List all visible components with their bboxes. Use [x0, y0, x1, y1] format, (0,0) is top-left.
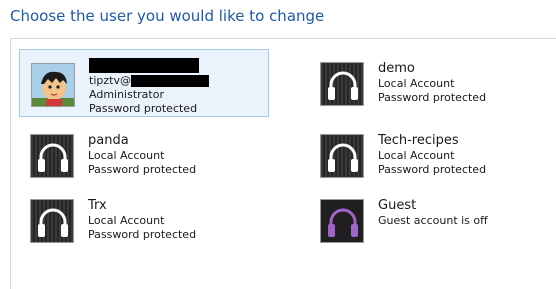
headphones-icon: [320, 199, 364, 243]
account-type: Local Account: [88, 149, 165, 162]
headphones-icon: [320, 134, 364, 178]
account-name: [89, 58, 209, 74]
account-name: Trx: [88, 198, 107, 213]
account-type: Local Account: [378, 149, 455, 162]
account-tile-trx[interactable]: Trx Local Account Password protected: [19, 186, 269, 250]
account-tile-administrator[interactable]: tipztv@ Administrator Password protected: [19, 49, 269, 117]
account-tile-demo[interactable]: demo Local Account Password protected: [309, 49, 556, 113]
account-type: Local Account: [378, 77, 455, 90]
headphones-icon: [320, 62, 364, 106]
account-status: Password protected: [89, 102, 198, 115]
account-type: Administrator: [89, 88, 164, 101]
account-name: Guest: [378, 198, 417, 213]
account-status: Password protected: [88, 163, 197, 176]
redacted-name: [89, 58, 199, 73]
headphones-icon: [30, 199, 74, 243]
user-avatar-icon: [31, 63, 75, 107]
account-name: Tech-recipes: [378, 133, 459, 148]
account-tile-guest[interactable]: Guest Guest account is off: [309, 186, 556, 250]
account-status: Password protected: [378, 91, 487, 104]
account-status: Guest account is off: [378, 214, 488, 227]
account-name: demo: [378, 61, 415, 76]
account-tile-tech-recipes[interactable]: Tech-recipes Local Account Password prot…: [309, 121, 556, 185]
page-heading: Choose the user you would like to change: [10, 7, 325, 25]
account-email: tipztv@: [89, 74, 209, 88]
account-status: Password protected: [378, 163, 487, 176]
account-name: panda: [88, 133, 129, 148]
headphones-icon: [30, 134, 74, 178]
account-type: Local Account: [88, 214, 165, 227]
user-accounts-panel: tipztv@ Administrator Password protected…: [10, 38, 556, 289]
account-tile-panda[interactable]: panda Local Account Password protected: [19, 121, 269, 185]
account-status: Password protected: [88, 228, 197, 241]
redacted-email: [130, 75, 209, 87]
